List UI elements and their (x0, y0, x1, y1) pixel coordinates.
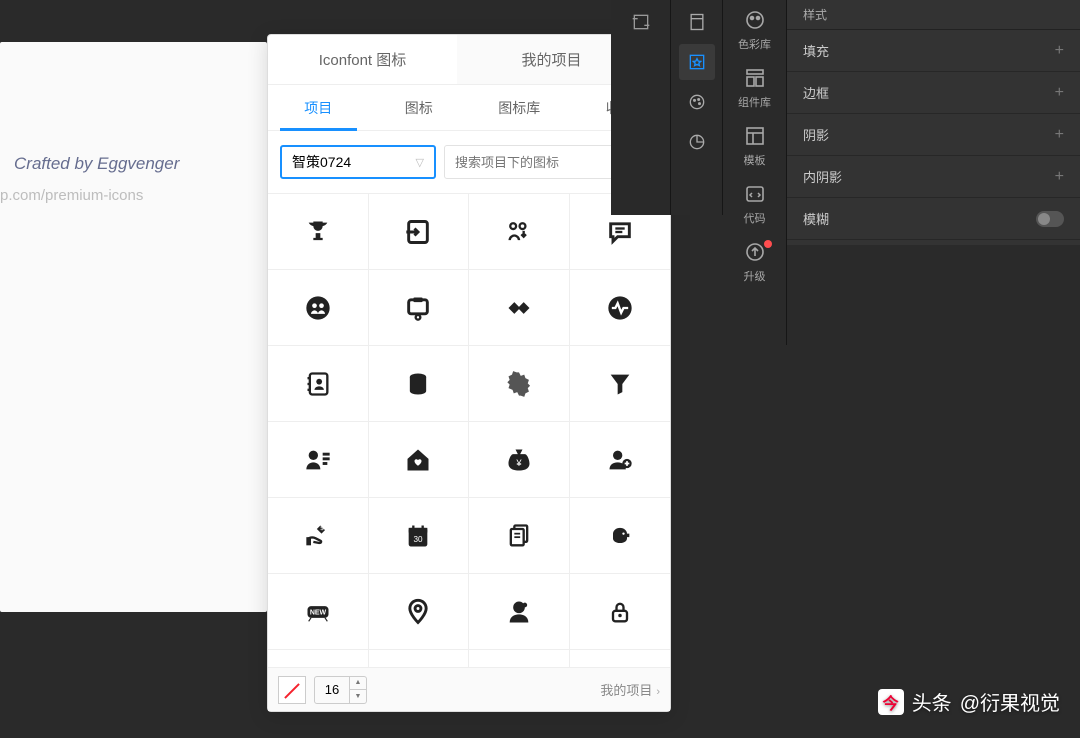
prop-blur[interactable]: 模糊 (787, 198, 1080, 240)
toolbar-right: 色彩库组件库模板代码升级 (723, 0, 787, 345)
piggy-icon[interactable] (570, 498, 671, 574)
contacts-icon[interactable] (268, 346, 369, 422)
subtab-project[interactable]: 项目 (268, 85, 369, 130)
project-select[interactable]: 智策0724 ▽ (280, 145, 436, 179)
toolbar-middle (671, 0, 723, 215)
notification-dot-icon (764, 240, 772, 248)
plus-icon[interactable]: + (1055, 84, 1064, 102)
starbox-tool-icon[interactable] (679, 44, 715, 80)
canvas-background: Crafted by Eggvenger p.com/premium-icons (0, 42, 267, 612)
rocket-icon[interactable] (570, 650, 671, 667)
size-value: 16 (315, 677, 349, 703)
rise-icon[interactable] (469, 650, 570, 667)
project-select-value: 智策0724 (292, 152, 351, 172)
watermark: 今 头条 @衍果视觉 (878, 687, 1060, 716)
credit-url: p.com/premium-icons (0, 187, 143, 204)
route-icon[interactable] (369, 650, 470, 667)
home-heart-icon[interactable] (369, 422, 470, 498)
toolbar-left (611, 0, 671, 215)
toolbar-upgrade[interactable]: 升级 (723, 232, 786, 290)
prop-inner-shadow[interactable]: 内阴影 + (787, 156, 1080, 198)
toggle-switch[interactable] (1036, 211, 1064, 227)
database-icon[interactable] (369, 346, 470, 422)
money-bag-icon[interactable]: ¥ (469, 422, 570, 498)
prop-fill[interactable]: 填充 + (787, 30, 1080, 72)
prop-label: 模糊 (803, 209, 829, 228)
properties-panel: 样式 填充 + 边框 + 阴影 + 内阴影 + 模糊 (787, 0, 1080, 245)
prop-label: 内阴影 (803, 167, 842, 186)
plus-icon[interactable]: + (1055, 168, 1064, 186)
prop-border[interactable]: 边框 + (787, 72, 1080, 114)
size-up[interactable]: ▲ (350, 677, 366, 690)
size-stepper[interactable]: 16 ▲ ▼ (314, 676, 367, 704)
panel-top-tabs: Iconfont 图标 我的项目 ▶ (268, 35, 670, 85)
watermark-prefix: 头条 (912, 687, 952, 716)
gear-icon[interactable] (469, 346, 570, 422)
plus-icon[interactable]: + (1055, 126, 1064, 144)
size-down[interactable]: ▼ (350, 690, 366, 703)
page-tool-icon[interactable] (679, 4, 715, 40)
chevron-down-icon: ▽ (416, 156, 424, 169)
panel-search-row: 智策0724 ▽ (268, 131, 670, 193)
properties-header: 样式 (787, 0, 1080, 30)
svg-text:30: 30 (414, 534, 424, 543)
lock-icon[interactable] (570, 574, 671, 650)
svg-text:NEW: NEW (310, 609, 327, 616)
palette-tool-icon[interactable] (679, 84, 715, 120)
prop-label: 填充 (803, 41, 829, 60)
watermark-suffix: @衍果视觉 (960, 687, 1060, 716)
wallet-card-icon[interactable] (369, 270, 470, 346)
icon-grid: ¥ $30 NEW (268, 193, 670, 667)
handshake-icon[interactable] (469, 270, 570, 346)
pie-tool-icon[interactable] (679, 124, 715, 160)
funnel-icon[interactable] (570, 346, 671, 422)
prop-shadow[interactable]: 阴影 + (787, 114, 1080, 156)
trophy-icon[interactable] (268, 194, 369, 270)
files-icon[interactable] (469, 498, 570, 574)
users-group-icon[interactable] (268, 270, 369, 346)
enter-icon[interactable] (369, 194, 470, 270)
search-input[interactable] (455, 155, 633, 170)
plus-icon[interactable]: + (1055, 42, 1064, 60)
panel-secondary-tabs: 项目 图标 图标库 收藏 (268, 85, 670, 131)
toolbar-component-lib[interactable]: 组件库 (723, 58, 786, 116)
subtab-iconlib[interactable]: 图标库 (469, 85, 570, 130)
toolbar-code[interactable]: 代码 (723, 174, 786, 232)
user-add-icon[interactable] (570, 422, 671, 498)
chevron-right-icon: › (656, 686, 660, 698)
calendar-30-icon[interactable]: 30 (369, 498, 470, 574)
watermark-logo-icon: 今 (878, 689, 904, 715)
panel-footer: 16 ▲ ▼ 我的项目› (268, 667, 670, 711)
location-pin-icon[interactable] (369, 574, 470, 650)
prop-label: 边框 (803, 83, 829, 102)
rays-icon[interactable] (268, 650, 369, 667)
toolbar-template[interactable]: 模板 (723, 116, 786, 174)
new-badge-icon[interactable]: NEW (268, 574, 369, 650)
heartbeat-icon[interactable] (570, 270, 671, 346)
user-solid-icon[interactable] (469, 574, 570, 650)
svg-text:¥: ¥ (515, 457, 522, 467)
hand-money-icon[interactable]: $ (268, 498, 369, 574)
credit-text: Crafted by Eggvenger (14, 154, 179, 174)
user-profile-icon[interactable] (268, 422, 369, 498)
prop-label: 阴影 (803, 125, 829, 144)
color-swatch[interactable] (278, 676, 306, 704)
crop-tool-icon[interactable] (623, 4, 659, 40)
feedback-icon[interactable] (469, 194, 570, 270)
toolbar-color-lib[interactable]: 色彩库 (723, 0, 786, 58)
tab-iconfont[interactable]: Iconfont 图标 (268, 35, 457, 84)
footer-project-link[interactable]: 我的项目› (600, 680, 660, 699)
subtab-icon[interactable]: 图标 (369, 85, 470, 130)
